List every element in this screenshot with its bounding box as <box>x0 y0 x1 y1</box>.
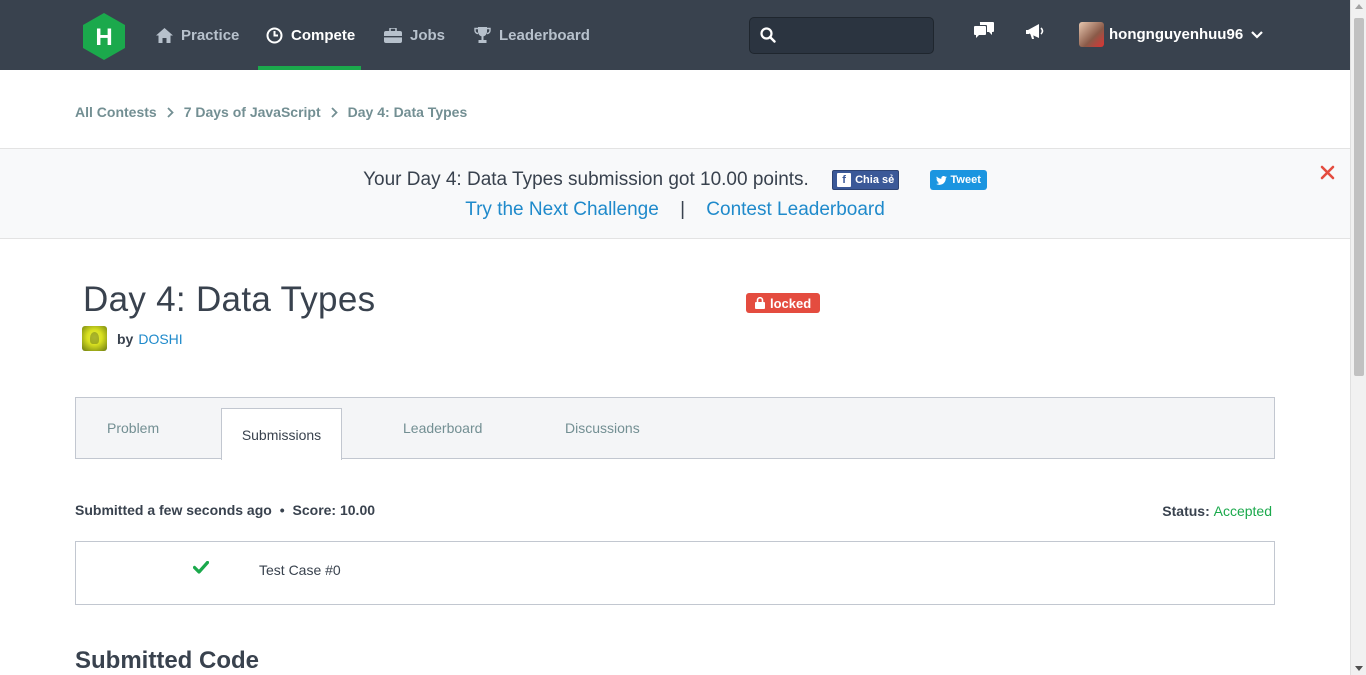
tab-submissions[interactable]: Submissions <box>221 408 342 460</box>
breadcrumb-challenge[interactable]: Day 4: Data Types <box>348 104 468 120</box>
scroll-down-arrow-icon[interactable] <box>1355 666 1363 671</box>
link-separator: | <box>680 199 686 220</box>
nav-compete-label: Compete <box>291 26 356 44</box>
by-label: by <box>117 330 134 347</box>
top-navbar: H Practice Compete Jobs Leaderboard hong… <box>0 0 1350 70</box>
author-avatar[interactable] <box>82 326 107 351</box>
nav-jobs-label: Jobs <box>410 26 446 44</box>
author-line: by DOSHI <box>82 326 183 351</box>
nav-leaderboard[interactable]: Leaderboard <box>474 0 590 70</box>
user-avatar <box>1079 21 1104 47</box>
tweet-button[interactable]: Tweet <box>929 170 987 190</box>
home-icon <box>156 27 173 43</box>
clock-icon <box>266 27 283 44</box>
trophy-icon <box>474 27 491 43</box>
tab-leaderboard[interactable]: Leaderboard <box>403 398 482 458</box>
next-challenge-link[interactable]: Try the Next Challenge <box>465 199 659 220</box>
tab-problem[interactable]: Problem <box>107 398 159 458</box>
search-input[interactable] <box>749 17 934 54</box>
test-case-list: Test Case #0 <box>75 541 1275 605</box>
twitter-icon <box>935 175 947 185</box>
status-label: Status: <box>1162 503 1210 519</box>
test-case-label[interactable]: Test Case #0 <box>259 562 341 578</box>
tweet-label: Tweet <box>950 174 981 186</box>
messages-icon[interactable] <box>974 22 994 45</box>
nav-practice-label: Practice <box>181 26 240 44</box>
scrollbar-thumb[interactable] <box>1354 18 1364 376</box>
facebook-share-label: Chia sẻ <box>855 174 895 186</box>
meta-separator: • <box>279 502 285 518</box>
contest-leaderboard-link[interactable]: Contest Leaderboard <box>706 199 885 220</box>
nav-compete[interactable]: Compete <box>258 0 361 70</box>
status-value: Accepted <box>1213 503 1272 519</box>
facebook-share-button[interactable]: f Chia sẻ <box>832 170 900 190</box>
submitted-code-heading: Submitted Code <box>75 647 259 674</box>
page-scrollbar[interactable] <box>1350 0 1366 675</box>
submission-meta: Submitted a few seconds ago • Score: 10.… <box>75 502 375 518</box>
lock-icon <box>755 297 765 309</box>
author-link[interactable]: DOSHI <box>138 331 182 347</box>
nav-leaderboard-label: Leaderboard <box>499 26 590 44</box>
close-icon[interactable] <box>1320 165 1335 185</box>
megaphone-icon[interactable] <box>1026 23 1046 46</box>
search-icon <box>760 27 776 48</box>
submission-notice: Your Day 4: Data Types submission got 10… <box>0 148 1350 239</box>
facebook-icon: f <box>837 173 852 187</box>
user-menu[interactable]: hongnguyenhuu96 <box>1079 20 1263 48</box>
hackerrank-logo[interactable]: H <box>83 13 125 60</box>
breadcrumb-contest[interactable]: 7 Days of JavaScript <box>184 104 321 120</box>
breadcrumb-all-contests[interactable]: All Contests <box>75 104 157 120</box>
submitted-time: Submitted a few seconds ago <box>75 502 272 518</box>
page-title: Day 4: Data Types <box>83 280 376 319</box>
username: hongnguyenhuu96 <box>1109 25 1244 43</box>
chevron-down-icon <box>1251 26 1263 43</box>
breadcrumb: All Contests 7 Days of JavaScript Day 4:… <box>75 104 467 120</box>
nav-practice[interactable]: Practice <box>156 0 239 70</box>
locked-badge: locked <box>746 293 821 313</box>
locked-badge-label: locked <box>770 295 812 311</box>
chevron-right-icon <box>331 106 338 118</box>
challenge-tabs: Problem Submissions Leaderboard Discussi… <box>75 397 1275 460</box>
logo-letter: H <box>95 24 112 51</box>
submission-status: Status: Accepted <box>1162 503 1272 519</box>
check-icon <box>192 560 210 579</box>
briefcase-icon <box>384 27 402 43</box>
submission-score: Score: 10.00 <box>292 502 376 518</box>
tab-discussions[interactable]: Discussions <box>565 398 640 458</box>
nav-jobs[interactable]: Jobs <box>384 0 445 70</box>
chevron-right-icon <box>167 106 174 118</box>
scroll-up-arrow-icon[interactable] <box>1355 4 1363 9</box>
notice-message: Your Day 4: Data Types submission got 10… <box>363 169 809 190</box>
